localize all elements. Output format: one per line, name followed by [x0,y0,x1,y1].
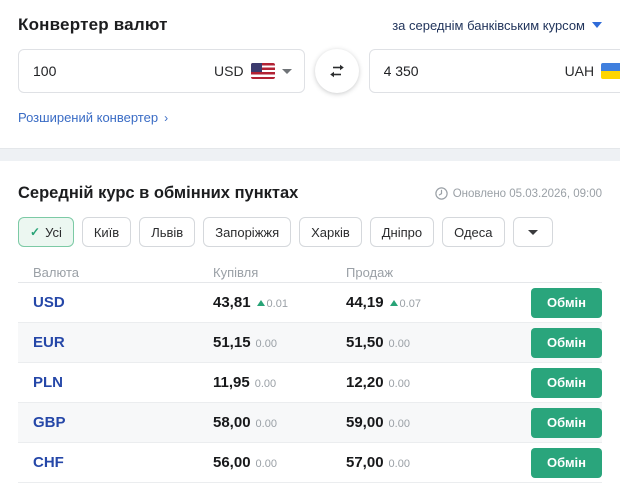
rate-type-label: за середнім банківським курсом [392,17,585,33]
exchange-button[interactable]: Обмін [531,287,602,318]
table-row-eur: EUR 51,15 0.00 51,50 0.00 Обмін [18,323,602,363]
header-sell: Продаж [346,264,394,280]
chevron-right-icon: › [164,110,169,125]
filter-chip-all[interactable]: ✓ Усі [18,217,74,247]
chevron-down-icon [592,22,602,28]
buy-value: 58,00 [213,413,251,431]
filter-chip-odesa[interactable]: Одеса [442,217,505,247]
currency-code: EUR [33,333,65,351]
filter-chip-lviv[interactable]: Львів [139,217,196,247]
filter-chip-label: Усі [45,224,62,240]
chevron-down-icon [281,68,292,74]
swap-currencies-button[interactable] [314,49,359,93]
filter-chip-label: Запоріжжя [215,224,280,240]
table-row-pln: PLN 11,95 0.00 12,20 0.00 Обмін [18,363,602,403]
filter-chip-label: Одеса [454,224,493,240]
rates-header: Середній курс в обмінних пунктах Оновлен… [18,184,602,203]
filter-chip-label: Київ [93,224,120,240]
table-row-usd: USD 43,81 0.01 44,19 0.07 Обмін [18,283,602,323]
filter-chip-label: Дніпро [381,224,423,240]
currency-code: PLN [33,373,63,391]
buy-change: 0.00 [254,377,277,390]
buy-value: 43,81 [213,293,251,311]
buy-change: 0.01 [266,297,288,310]
sell-change: 0.00 [388,417,410,430]
header-buy: Купівля [213,264,259,280]
sell-change: 0.00 [388,457,410,470]
filter-chip-label: Харків [311,224,350,240]
converter-row: USD UAH [18,49,620,93]
from-currency-code: USD [214,63,244,79]
exchange-button[interactable]: Обмін [531,407,602,438]
from-amount-box: USD [18,49,305,93]
buy-value: 51,15 [213,333,251,351]
currency-code: GBP [33,413,66,431]
sell-value: 57,00 [346,453,384,471]
table-header-row: Валюта Купівля Продаж [18,262,602,283]
from-currency-select[interactable]: USD [214,63,292,79]
buy-value: 56,00 [213,453,251,471]
advanced-converter-link[interactable]: Розширений конвертер › [18,110,168,125]
sell-value: 59,00 [346,413,384,431]
updated-timestamp: Оновлено 05.03.2026, 09:00 [434,187,602,200]
sell-change: 0.07 [399,297,421,310]
buy-change: 0.00 [255,457,277,470]
buy-change: 0.00 [255,337,277,350]
sell-change: 0.00 [388,337,410,350]
filter-chip-kyiv[interactable]: Київ [81,217,132,247]
exchange-button[interactable]: Обмін [531,327,602,358]
city-filter-chips: ✓ Усі Київ Львів Запоріжжя Харків Дніпро… [18,217,602,247]
converter-header: Конвертер валют за середнім банківським … [18,13,602,37]
swap-arrows-icon [329,64,344,78]
arrow-up-icon [389,299,398,306]
advanced-converter-label: Розширений конвертер [18,110,159,125]
clock-icon [434,187,448,200]
filter-more-dropdown[interactable] [512,217,553,247]
buy-change: 0.00 [255,417,277,430]
sell-value: 51,50 [346,333,384,351]
to-amount-box: UAH [368,49,620,93]
updated-text: Оновлено 05.03.2026, 09:00 [452,187,602,200]
table-row-chf: CHF 56,00 0.00 57,00 0.00 Обмін [18,443,602,483]
rates-table: Валюта Купівля Продаж USD 43,81 0.01 44,1… [18,262,602,483]
sell-value: 12,20 [346,373,384,391]
from-amount-input[interactable] [33,63,214,79]
filter-chip-zaporizhzhia[interactable]: Запоріжжя [203,217,292,247]
to-amount-input[interactable] [383,63,565,79]
currency-code: USD [33,293,65,311]
currency-code: CHF [33,453,64,471]
arrow-up-icon [256,299,265,306]
exchange-button[interactable]: Обмін [531,367,602,398]
to-currency-code: UAH [564,63,595,79]
filter-chip-label: Львів [151,224,184,240]
rate-type-selector[interactable]: за середнім банківським курсом [392,18,602,33]
us-flag-icon [250,63,275,79]
ua-flag-icon [601,63,620,79]
filter-chip-kharkiv[interactable]: Харків [299,217,362,247]
buy-value: 11,95 [213,373,250,391]
table-row-gbp: GBP 58,00 0.00 59,00 0.00 Обмін [18,403,602,443]
header-currency: Валюта [33,264,79,280]
exchange-button[interactable]: Обмін [531,447,602,478]
section-divider [0,148,620,161]
check-icon: ✓ [30,225,41,239]
sell-value: 44,19 [346,293,384,311]
sell-change: 0.00 [388,377,410,390]
filter-chip-dnipro[interactable]: Дніпро [369,217,435,247]
chevron-down-icon [527,229,538,235]
to-currency-select[interactable]: UAH [565,63,620,79]
rates-title: Середній курс в обмінних пунктах [18,184,299,202]
converter-title: Конвертер валют [18,15,168,34]
